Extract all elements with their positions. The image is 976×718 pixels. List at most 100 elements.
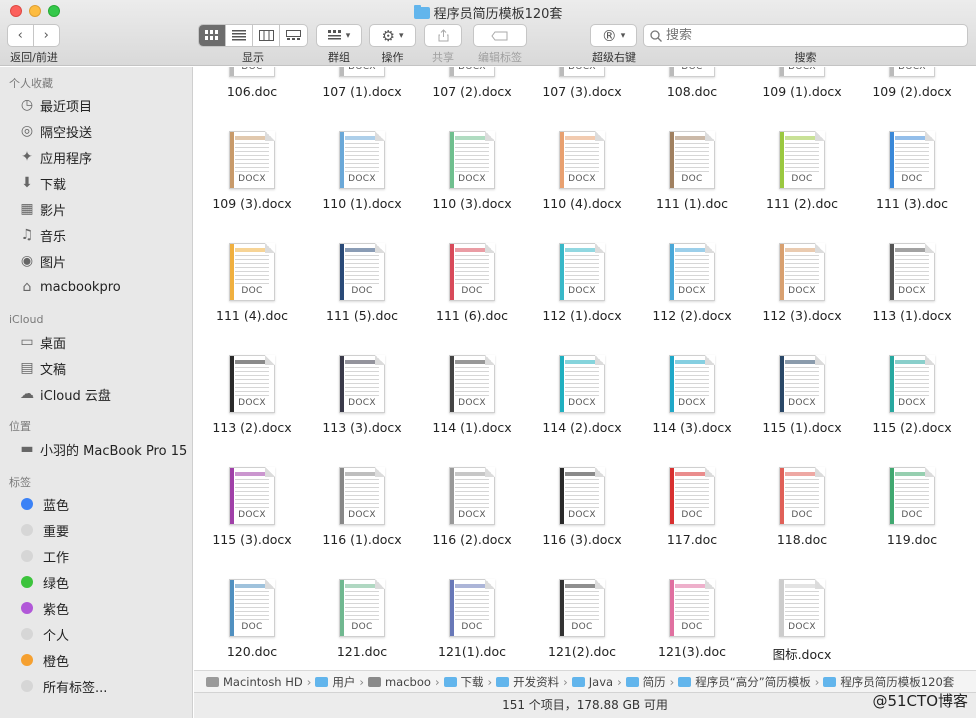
- sidebar-item-tag[interactable]: 个人: [18, 624, 69, 644]
- file-item[interactable]: DOC 121(2).doc: [527, 539, 637, 659]
- file-item[interactable]: DOCX 110 (4).docx: [527, 91, 637, 211]
- file-item[interactable]: DOC 121.doc: [307, 539, 417, 659]
- file-item[interactable]: DOC 106.doc: [197, 67, 307, 99]
- path-segment[interactable]: macboo: [367, 675, 431, 689]
- file-item[interactable]: DOCX 109 (3).docx: [197, 91, 307, 211]
- sidebar-item-tag[interactable]: 工作: [18, 546, 69, 566]
- file-item[interactable]: DOCX 107 (3).docx: [527, 67, 637, 99]
- sidebar-item-tag[interactable]: 蓝色: [18, 494, 69, 514]
- file-extension-label: DOC: [901, 174, 923, 184]
- sidebar-item-tag[interactable]: 所有标签...: [18, 676, 107, 696]
- file-item[interactable]: DOC 120.doc: [197, 539, 307, 659]
- file-item[interactable]: DOCX 110 (1).docx: [307, 91, 417, 211]
- path-segment[interactable]: Java: [571, 675, 613, 689]
- path-segment[interactable]: 程序员简历模板120套: [823, 674, 954, 690]
- file-item[interactable]: DOCX 107 (2).docx: [417, 67, 527, 99]
- sidebar-item-favorites[interactable]: ♫ 音乐: [18, 225, 66, 245]
- file-item[interactable]: DOC 119.doc: [857, 427, 967, 547]
- file-extension-label: DOC: [791, 510, 813, 520]
- sidebar-item-favorites[interactable]: ⌂ macbookpro: [18, 277, 121, 297]
- file-item[interactable]: DOC 111 (3).doc: [857, 91, 967, 211]
- group-icon: [327, 30, 341, 40]
- file-item[interactable]: DOC 117.doc: [637, 427, 747, 547]
- sidebar-item-locations[interactable]: ▬ 小羽的 MacBook Pro 15: [18, 439, 187, 459]
- file-item[interactable]: DOC 108.doc: [637, 67, 747, 99]
- file-item[interactable]: DOCX 115 (2).docx: [857, 315, 967, 435]
- group-button[interactable]: ▾: [316, 24, 362, 47]
- path-segment[interactable]: Macintosh HD: [206, 675, 303, 689]
- file-item[interactable]: DOCX 116 (3).docx: [527, 427, 637, 547]
- word-document-icon: DOCX: [449, 131, 495, 189]
- file-item[interactable]: DOCX 116 (2).docx: [417, 427, 527, 547]
- path-segment[interactable]: 用户: [315, 674, 355, 690]
- forward-button[interactable]: ›: [34, 25, 59, 46]
- file-item[interactable]: DOC 111 (5).doc: [307, 203, 417, 323]
- sidebar-item-tag[interactable]: 紫色: [18, 598, 69, 618]
- sidebar-item-favorites[interactable]: ◷ 最近项目: [18, 95, 92, 115]
- edit-tags-button[interactable]: [473, 24, 527, 47]
- file-item[interactable]: DOCX 113 (3).docx: [307, 315, 417, 435]
- file-extension-label: DOCX: [348, 510, 376, 520]
- back-button[interactable]: ‹: [8, 25, 34, 46]
- file-item[interactable]: DOCX 107 (1).docx: [307, 67, 417, 99]
- file-item[interactable]: DOCX 114 (1).docx: [417, 315, 527, 435]
- sidebar-item-icloud[interactable]: ▤ 文稿: [18, 358, 66, 378]
- file-item[interactable]: DOCX 113 (2).docx: [197, 315, 307, 435]
- file-item[interactable]: DOCX 110 (3).docx: [417, 91, 527, 211]
- file-item[interactable]: DOCX 112 (3).docx: [747, 203, 857, 323]
- locations-header: 位置: [9, 420, 31, 433]
- super-right-click-button[interactable]: ® ▾: [590, 24, 637, 47]
- file-item[interactable]: DOCX 115 (3).docx: [197, 427, 307, 547]
- file-item[interactable]: DOC 121(1).doc: [417, 539, 527, 659]
- file-item[interactable]: DOCX 109 (2).docx: [857, 67, 967, 99]
- word-document-icon: DOCX: [559, 131, 605, 189]
- sidebar-item-favorites[interactable]: ◎ 隔空投送: [18, 121, 92, 141]
- sidebar-item-favorites[interactable]: ✦ 应用程序: [18, 147, 92, 167]
- sidebar-item-tag[interactable]: 绿色: [18, 572, 69, 592]
- sidebar-item-favorites[interactable]: ◉ 图片: [18, 251, 66, 271]
- hard-drive-icon: [206, 676, 219, 687]
- path-segment[interactable]: 程序员“高分”简历模板: [678, 674, 811, 690]
- file-item[interactable]: DOCX 114 (3).docx: [637, 315, 747, 435]
- sidebar-item-favorites[interactable]: ⬇ 下载: [18, 173, 66, 193]
- file-item[interactable]: DOCX 116 (1).docx: [307, 427, 417, 547]
- file-item[interactable]: DOC 111 (2).doc: [747, 91, 857, 211]
- file-item[interactable]: DOC 121(3).doc: [637, 539, 747, 659]
- word-document-icon: DOCX: [339, 467, 385, 525]
- list-icon: [232, 30, 246, 41]
- file-item[interactable]: DOC 111 (6).doc: [417, 203, 527, 323]
- action-button[interactable]: ⚙ ▾: [369, 24, 416, 47]
- file-item[interactable]: DOCX 114 (2).docx: [527, 315, 637, 435]
- file-item[interactable]: DOCX 112 (1).docx: [527, 203, 637, 323]
- search-input[interactable]: [666, 28, 946, 43]
- sidebar-item-label: 工作: [43, 550, 70, 566]
- file-item[interactable]: DOC 118.doc: [747, 427, 857, 547]
- camera-icon: ◉: [20, 253, 34, 269]
- file-item[interactable]: DOCX 112 (2).docx: [637, 203, 747, 323]
- registered-icon: ®: [601, 26, 617, 45]
- sidebar-item-tag[interactable]: 重要: [18, 520, 69, 540]
- path-segment-label: Macintosh HD: [223, 674, 303, 689]
- file-item[interactable]: DOC 111 (4).doc: [197, 203, 307, 323]
- sidebar-item-tag[interactable]: 橙色: [18, 650, 69, 670]
- folder-icon: [678, 676, 692, 687]
- search-field[interactable]: [643, 24, 968, 47]
- file-item[interactable]: DOCX 115 (1).docx: [747, 315, 857, 435]
- file-extension-label: DOCX: [568, 67, 596, 72]
- file-item[interactable]: DOC 111 (1).doc: [637, 91, 747, 211]
- path-segment[interactable]: 开发资料: [496, 674, 559, 690]
- column-view-button[interactable]: [253, 25, 280, 46]
- icon-view-button[interactable]: [199, 25, 226, 46]
- file-item[interactable]: DOCX 109 (1).docx: [747, 67, 857, 99]
- sidebar-item-icloud[interactable]: ☁ iCloud 云盘: [18, 384, 111, 404]
- list-view-button[interactable]: [226, 25, 253, 46]
- file-item[interactable]: DOCX 113 (1).docx: [857, 203, 967, 323]
- path-segment[interactable]: 简历: [625, 674, 666, 690]
- file-name: 120.doc: [226, 644, 278, 659]
- file-item[interactable]: DOCX 图标.docx: [747, 539, 857, 662]
- sidebar-item-favorites[interactable]: ▦ 影片: [18, 199, 66, 219]
- path-segment[interactable]: 下载: [443, 674, 484, 690]
- share-button[interactable]: [424, 24, 462, 47]
- sidebar-item-icloud[interactable]: ▭ 桌面: [18, 332, 66, 352]
- gallery-view-button[interactable]: [280, 25, 307, 46]
